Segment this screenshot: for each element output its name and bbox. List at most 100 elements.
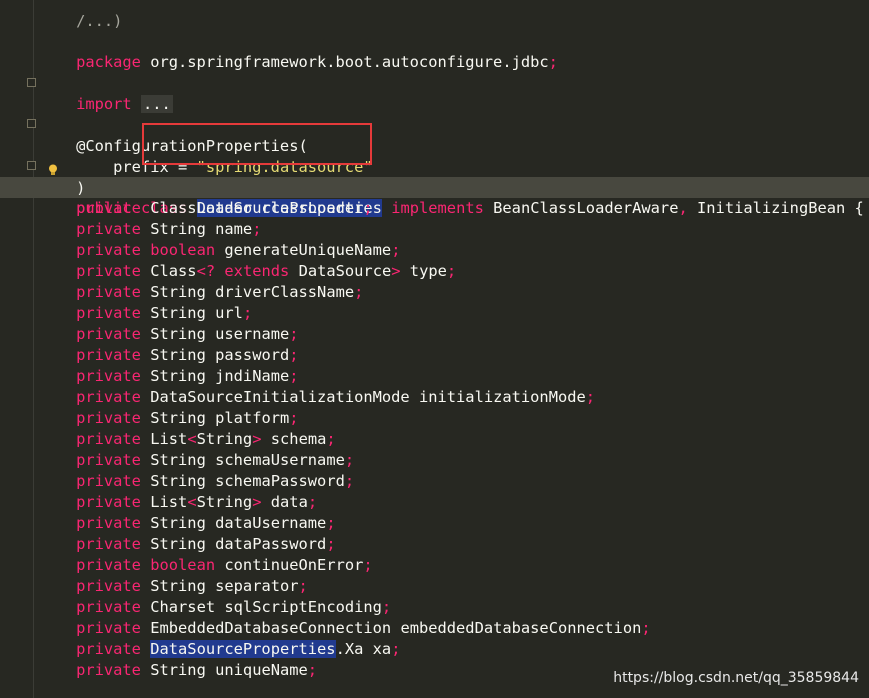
code-line-field[interactable]: private String dataPassword;	[39, 534, 336, 555]
fold-toggle-imports[interactable]	[27, 78, 36, 87]
field-name: schemaUsername	[215, 451, 345, 469]
field-type: String	[150, 220, 206, 238]
private-keyword: private	[76, 199, 141, 217]
field-semicolon: ;	[641, 619, 651, 637]
code-line-field[interactable]: private String separator;	[39, 576, 308, 597]
annotation-callout-box	[142, 123, 372, 165]
code-line-package[interactable]: package org.springframework.boot.autocon…	[39, 31, 558, 71]
package-keyword: package	[76, 53, 141, 71]
field-semicolon: ;	[242, 304, 253, 322]
field-name: generateUniqueName	[224, 241, 392, 259]
code-line-field[interactable]: private String url;	[39, 303, 252, 324]
private-keyword: private	[76, 472, 141, 490]
code-line-field[interactable]: private boolean generateUniqueName;	[39, 240, 400, 261]
field-type: String	[150, 304, 206, 322]
package-name: org.springframework.boot.autoconfigure.j…	[140, 53, 549, 71]
field-name: password	[215, 346, 290, 364]
field-type: String	[150, 514, 206, 532]
code-line-field[interactable]: private String dataUsername;	[39, 513, 336, 534]
package-semicolon: ;	[548, 53, 558, 71]
private-keyword: private	[76, 409, 141, 427]
field-name: separator	[215, 577, 299, 595]
generic-open: <	[187, 430, 197, 448]
code-line-field[interactable]: private Charset sqlScriptEncoding;	[39, 597, 391, 618]
private-keyword: private	[76, 598, 141, 616]
field-name: schema	[270, 430, 327, 448]
field-semicolon: ;	[307, 661, 318, 679]
field-name: xa	[372, 640, 392, 658]
code-line-close-paren[interactable]: )	[39, 157, 85, 197]
code-line-field[interactable]: private String driverClassName;	[39, 282, 363, 303]
folded-header-text: /...)	[76, 12, 123, 30]
code-line-field[interactable]: private Class<? extends DataSource> type…	[39, 261, 456, 282]
field-type: String	[150, 451, 206, 469]
field-type: String	[150, 283, 206, 301]
code-line-import[interactable]: import ...	[39, 73, 173, 113]
fold-toggle-annotation[interactable]	[27, 119, 36, 128]
code-line-field[interactable]: private String schemaPassword;	[39, 471, 354, 492]
gutter-divider	[33, 0, 34, 698]
field-type: String	[150, 472, 206, 490]
generic-keyword: extends	[224, 262, 290, 280]
code-line-field[interactable]: private String jndiName;	[39, 366, 298, 387]
code-line-field[interactable]: private String uniqueName;	[39, 660, 317, 681]
private-keyword: private	[76, 661, 141, 679]
code-line-field[interactable]: private boolean continueOnError;	[39, 555, 373, 576]
code-line-field[interactable]: private String username;	[39, 324, 298, 345]
field-semicolon: ;	[289, 409, 299, 427]
import-fold-placeholder[interactable]: ...	[140, 95, 173, 113]
field-semicolon: ;	[326, 535, 336, 553]
interface-separator: ,	[678, 199, 688, 217]
field-name: url	[215, 304, 243, 322]
code-line-field[interactable]: private DataSourceInitializationMode ini…	[39, 387, 595, 408]
fold-toggle-annotation-end[interactable]	[27, 161, 36, 170]
code-line-field[interactable]: private String password;	[39, 345, 298, 366]
field-type: String	[150, 661, 206, 679]
code-line-field[interactable]: private ClassLoader classLoader;	[39, 198, 373, 219]
generic-close: >	[391, 262, 401, 280]
code-line-field[interactable]: private EmbeddedDatabaseConnection embed…	[39, 618, 651, 639]
code-line-class-declaration[interactable]: public class DataSourceProperties implem…	[39, 177, 864, 217]
field-semicolon: ;	[354, 283, 364, 301]
code-line-field[interactable]: private String name;	[39, 219, 261, 240]
private-keyword: private	[76, 640, 141, 658]
field-name: classLoader	[261, 199, 364, 217]
private-keyword: private	[76, 283, 141, 301]
field-semicolon: ;	[381, 598, 392, 616]
field-type: String	[150, 577, 206, 595]
private-keyword: private	[76, 262, 141, 280]
field-type: EmbeddedDatabaseConnection	[150, 619, 392, 637]
field-name: sqlScriptEncoding	[224, 598, 382, 616]
import-keyword: import	[76, 95, 132, 113]
field-name: platform	[215, 409, 290, 427]
code-line-field[interactable]: private List<String> schema;	[39, 429, 336, 450]
field-name: dataUsername	[215, 514, 327, 532]
code-editor[interactable]: /...) package org.springframework.boot.a…	[0, 0, 869, 698]
code-line-field[interactable]: private String platform;	[39, 408, 299, 429]
editor-gutter[interactable]	[0, 0, 33, 698]
code-line-field[interactable]: private List<String> data;	[39, 492, 317, 513]
field-semicolon: ;	[446, 262, 457, 280]
interface-bean-class-loader-aware: BeanClassLoaderAware	[483, 199, 679, 217]
lightbulb-icon[interactable]	[48, 164, 58, 176]
field-type-keyword: boolean	[150, 556, 216, 574]
private-keyword: private	[76, 619, 141, 637]
private-keyword: private	[76, 535, 141, 553]
field-semicolon: ;	[252, 220, 262, 238]
field-type: String	[150, 367, 206, 385]
field-semicolon: ;	[326, 430, 336, 448]
field-type: ClassLoader	[150, 199, 253, 217]
field-name: embeddedDatabaseConnection	[400, 619, 642, 637]
private-keyword: private	[76, 304, 141, 322]
generic-open: <?	[196, 262, 216, 280]
field-name: type	[409, 262, 447, 280]
interface-initializing-bean: InitializingBean {	[687, 199, 864, 217]
private-keyword: private	[76, 388, 141, 406]
code-line-folded-header[interactable]: /...)	[39, 0, 122, 30]
code-line-field[interactable]: private String schemaUsername;	[39, 450, 354, 471]
field-type: Charset	[150, 598, 216, 616]
implements-keyword: implements	[391, 199, 484, 217]
private-keyword: private	[76, 493, 141, 511]
code-line-field[interactable]: private DataSourceProperties.Xa xa;	[39, 639, 400, 660]
field-name: continueOnError	[224, 556, 364, 574]
